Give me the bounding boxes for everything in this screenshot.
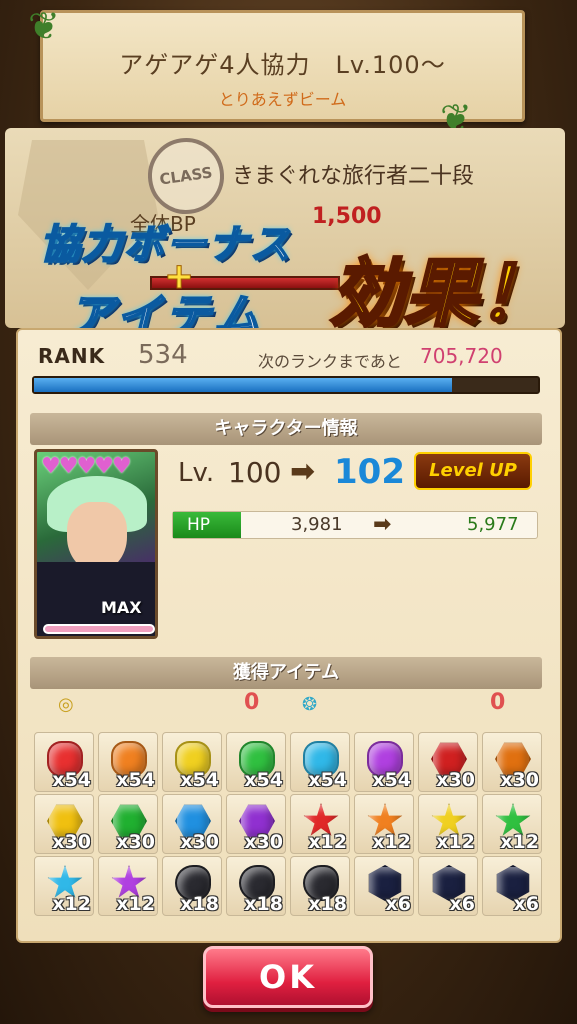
item-slot[interactable]: x12 bbox=[354, 794, 414, 854]
next-rank-value: 705,720 bbox=[420, 344, 503, 368]
character-card[interactable]: ♥♥♥♥♥ MAX bbox=[34, 449, 158, 639]
rank-exp-bar bbox=[32, 376, 540, 394]
items-header: 獲得アイテム bbox=[30, 657, 542, 689]
item-slot[interactable]: x30 bbox=[162, 794, 222, 854]
hp-arrow-icon: ➡ bbox=[373, 512, 392, 537]
item-quantity: x54 bbox=[244, 769, 283, 791]
next-rank-label: 次のランクまであと bbox=[258, 352, 402, 371]
level-to: 102 bbox=[334, 452, 405, 492]
item-quantity: x6 bbox=[449, 893, 475, 915]
item-slot[interactable]: x30 bbox=[98, 794, 158, 854]
gold-coin-icon: ◎ bbox=[58, 694, 74, 715]
item-quantity: x30 bbox=[52, 831, 91, 853]
item-slot[interactable]: x54 bbox=[226, 732, 286, 792]
item-slot[interactable]: x54 bbox=[98, 732, 158, 792]
item-quantity: x6 bbox=[385, 893, 411, 915]
rank-exp-fill bbox=[34, 378, 453, 392]
item-quantity: x12 bbox=[372, 831, 411, 853]
item-slot[interactable]: x18 bbox=[290, 856, 350, 916]
coin-value: 0 bbox=[244, 690, 260, 715]
hp-to: 5,977 bbox=[467, 514, 519, 535]
item-quantity: x6 bbox=[513, 893, 539, 915]
class-name: きまぐれな旅行者二十段 bbox=[232, 164, 475, 189]
ok-button[interactable]: OK bbox=[203, 946, 373, 1008]
item-quantity: x12 bbox=[308, 831, 347, 853]
item-quantity: x12 bbox=[52, 893, 91, 915]
item-slot[interactable]: x30 bbox=[226, 794, 286, 854]
level-arrow-icon: ➡ bbox=[290, 454, 316, 489]
item-slot[interactable]: x12 bbox=[482, 794, 542, 854]
rank-label: RANK bbox=[38, 344, 106, 368]
item-quantity: x54 bbox=[372, 769, 411, 791]
item-slot[interactable]: x6 bbox=[418, 856, 478, 916]
item-quantity: x30 bbox=[244, 831, 283, 853]
rank-value: 534 bbox=[138, 340, 188, 370]
item-slot[interactable]: x54 bbox=[34, 732, 94, 792]
item-quantity: x30 bbox=[116, 831, 155, 853]
item-slot[interactable]: x30 bbox=[34, 794, 94, 854]
character-gauge bbox=[43, 624, 155, 634]
item-slot[interactable]: x54 bbox=[354, 732, 414, 792]
swirl-value: 0 bbox=[490, 690, 506, 715]
item-quantity: x54 bbox=[52, 769, 91, 791]
character-info-header: キャラクター情報 bbox=[30, 413, 542, 445]
item-quantity: x30 bbox=[436, 769, 475, 791]
hp-label: HP bbox=[173, 512, 241, 538]
item-slot[interactable]: x6 bbox=[482, 856, 542, 916]
item-slot[interactable]: x54 bbox=[162, 732, 222, 792]
item-slot[interactable]: x54 bbox=[290, 732, 350, 792]
item-quantity: x30 bbox=[500, 769, 539, 791]
item-quantity: x30 bbox=[180, 831, 219, 853]
level-label: Lv. bbox=[178, 458, 215, 488]
item-quantity: x54 bbox=[116, 769, 155, 791]
blue-swirl-icon: ❂ bbox=[302, 694, 318, 715]
item-slot[interactable]: x30 bbox=[418, 732, 478, 792]
quest-title: アゲアゲ4人協力 Lv.100～ bbox=[119, 51, 446, 79]
hp-row: HP 3,981 ➡ 5,977 bbox=[172, 511, 538, 539]
item-quantity: x12 bbox=[500, 831, 539, 853]
item-quantity: x54 bbox=[180, 769, 219, 791]
overlay-effect: 効果！ bbox=[329, 250, 554, 339]
item-quantity: x18 bbox=[244, 893, 283, 915]
items-grid: x54 x54 x54 x54 x54 x54 x30 x30 x30 x30 x30 x30 x12 x… bbox=[34, 732, 544, 916]
item-slot[interactable]: x6 bbox=[354, 856, 414, 916]
item-slot[interactable]: x30 bbox=[482, 732, 542, 792]
item-slot[interactable]: x12 bbox=[290, 794, 350, 854]
levelup-badge: Level UP bbox=[414, 452, 532, 490]
affection-hearts-icon: ♥♥♥♥♥ bbox=[41, 454, 132, 479]
vine-decoration-icon: ❦ bbox=[28, 4, 60, 48]
item-quantity: x18 bbox=[180, 893, 219, 915]
max-label: MAX bbox=[101, 598, 142, 617]
level-from: 100 bbox=[228, 456, 282, 489]
item-quantity: x54 bbox=[308, 769, 347, 791]
item-slot[interactable]: x12 bbox=[34, 856, 94, 916]
item-slot[interactable]: x12 bbox=[418, 794, 478, 854]
bp-value: 1,500 bbox=[312, 204, 382, 229]
item-slot[interactable]: x18 bbox=[162, 856, 222, 916]
item-slot[interactable]: x18 bbox=[226, 856, 286, 916]
item-quantity: x12 bbox=[116, 893, 155, 915]
hp-from: 3,981 bbox=[291, 514, 343, 535]
item-quantity: x18 bbox=[308, 893, 347, 915]
item-quantity: x12 bbox=[436, 831, 475, 853]
item-slot[interactable]: x12 bbox=[98, 856, 158, 916]
